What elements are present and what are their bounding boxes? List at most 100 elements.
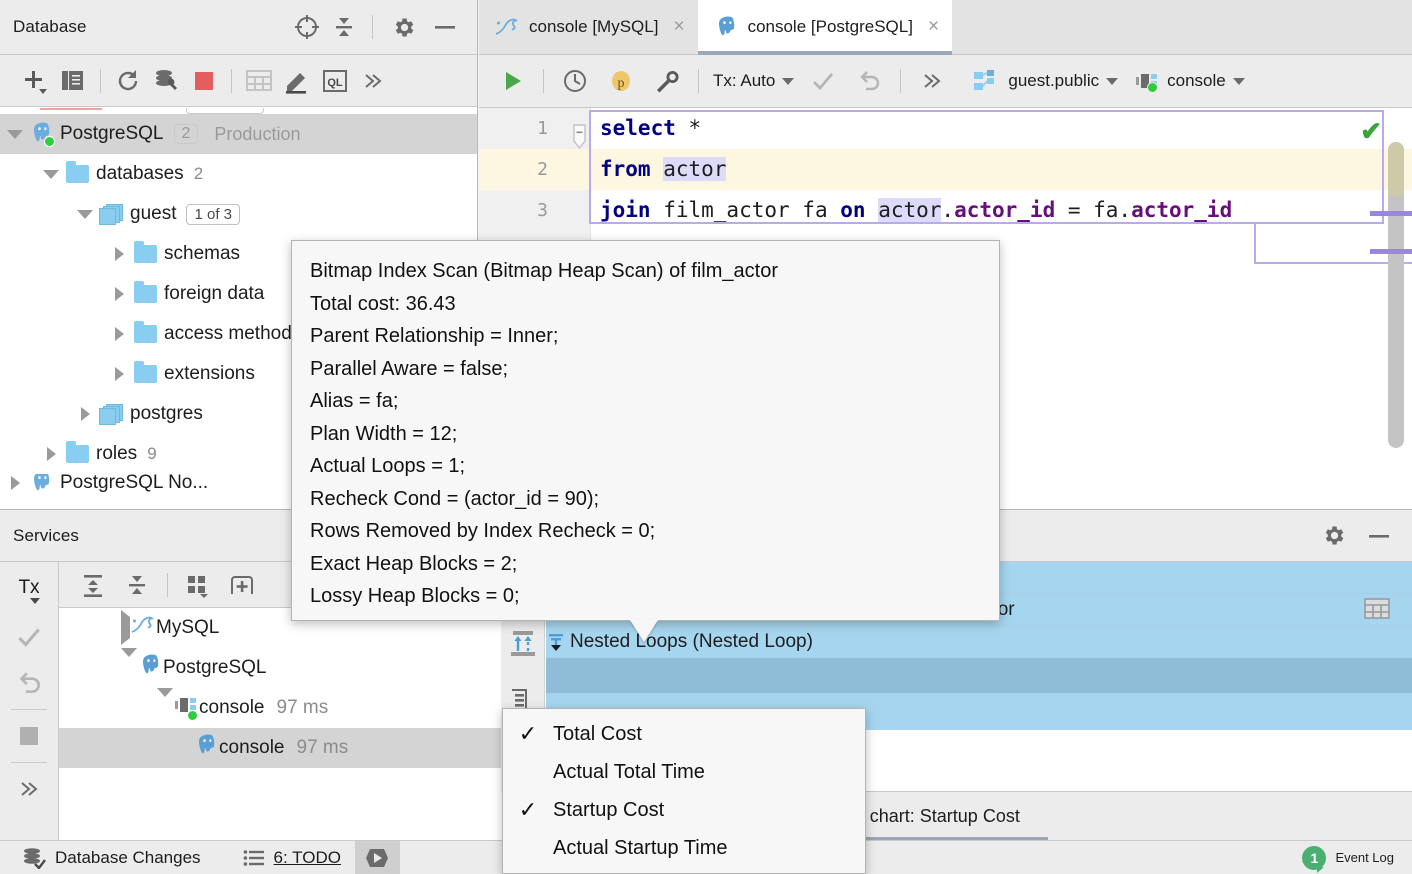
tooltip-pointer <box>630 620 658 642</box>
run-play-icon[interactable] <box>489 61 535 101</box>
tree-item-databases[interactable]: databases 2 <box>0 154 477 194</box>
chevron-right-icon[interactable] <box>4 476 26 490</box>
session-icon <box>1134 70 1160 92</box>
sort-icon[interactable] <box>501 620 545 668</box>
menu-item-total-cost[interactable]: ✓ Total Cost <box>503 715 865 753</box>
line-number: 3 <box>479 190 590 231</box>
check-icon: ✓ <box>503 721 553 747</box>
table-icon[interactable] <box>240 62 278 100</box>
chevron-right-icon[interactable] <box>108 287 130 301</box>
plan-row[interactable] <box>546 658 1412 694</box>
commit-check-icon[interactable] <box>6 614 52 660</box>
folder-icon <box>130 325 160 343</box>
commit-check-icon[interactable] <box>800 61 846 101</box>
tree-item-label: access methods <box>164 323 301 345</box>
chevron-down-icon[interactable] <box>40 170 62 179</box>
chevron-down-icon[interactable] <box>74 210 96 219</box>
schema-selector[interactable]: guest.public <box>965 61 1126 101</box>
edit-icon[interactable] <box>278 62 316 100</box>
code-fold-marker[interactable] <box>572 124 587 150</box>
plan-row[interactable]: Nested Loops (Nested Loop) <box>546 626 1412 658</box>
chevron-right-icon[interactable] <box>108 367 130 381</box>
sql-text: * <box>676 116 701 140</box>
services-item-console-result[interactable]: console 97 ms <box>59 728 501 768</box>
session-label: console <box>1167 71 1226 91</box>
rollback-icon[interactable] <box>846 61 892 101</box>
collapse-all-icon[interactable] <box>326 10 362 44</box>
minimize-icon[interactable] <box>1366 532 1392 540</box>
table-grid-icon[interactable] <box>1364 597 1390 626</box>
scrollbar-marker <box>1370 211 1412 216</box>
services-tree[interactable]: MySQL PostgreSQL console 97 ms <box>59 608 501 841</box>
status-todo[interactable]: 6: TODO <box>215 841 355 874</box>
more-icon[interactable] <box>6 766 52 812</box>
tx-mode-label: Tx: Auto <box>713 71 775 91</box>
chevron-right-icon[interactable] <box>108 247 130 261</box>
stop-square-icon[interactable] <box>6 713 52 759</box>
chevron-right-icon[interactable] <box>40 447 62 461</box>
tree-item-postgresql[interactable]: PostgreSQL 2 Production <box>0 114 477 154</box>
postgresql-icon <box>26 121 56 147</box>
tree-item-environment: Production <box>214 124 300 145</box>
menu-item-actual-startup-time[interactable]: Actual Startup Time <box>503 829 865 867</box>
status-event-log-label[interactable]: Event Log <box>1335 850 1394 865</box>
services-item-console-session[interactable]: console 97 ms <box>59 688 501 728</box>
parameters-p-icon[interactable]: p <box>598 61 644 101</box>
close-icon[interactable]: × <box>928 16 939 38</box>
add-icon[interactable] <box>16 62 54 100</box>
expand-all-icon[interactable] <box>71 563 115 607</box>
editor-scrollbar-highlight <box>1388 142 1404 196</box>
session-selector[interactable]: console <box>1126 61 1253 101</box>
refresh-icon[interactable] <box>109 62 147 100</box>
query-console-icon[interactable]: QL <box>316 62 354 100</box>
rollback-icon[interactable] <box>6 660 52 706</box>
folder-icon <box>130 245 160 263</box>
chevron-down-icon <box>782 78 794 85</box>
close-icon[interactable]: × <box>673 16 684 38</box>
chevron-down-icon <box>1106 78 1118 85</box>
postgresql-icon <box>137 653 163 683</box>
menu-item-label: Actual Total Time <box>553 761 705 784</box>
chevron-down-icon[interactable] <box>157 697 173 719</box>
toolbar-divider <box>900 69 901 93</box>
settings-gear-icon[interactable] <box>383 10 423 44</box>
tx-mode-button[interactable]: Tx <box>6 568 52 614</box>
db-tools-icon[interactable] <box>147 62 185 100</box>
minimize-icon[interactable] <box>425 10 465 44</box>
chevron-right-icon[interactable] <box>108 327 130 341</box>
flame-chart-metric-menu[interactable]: ✓ Total Cost Actual Total Time ✓ Startup… <box>502 708 866 874</box>
add-tab-icon[interactable] <box>220 563 264 607</box>
more-chevrons-icon[interactable] <box>909 61 955 101</box>
chevron-down-icon[interactable] <box>121 657 137 679</box>
run-arrow-icon[interactable] <box>355 841 400 874</box>
wrench-icon[interactable] <box>644 61 690 101</box>
more-icon[interactable] <box>354 62 392 100</box>
inspection-ok-check-icon[interactable]: ✔ <box>1360 116 1382 147</box>
menu-item-startup-cost[interactable]: ✓ Startup Cost <box>503 791 865 829</box>
chevron-right-icon[interactable] <box>121 617 130 639</box>
duplicate-icon[interactable] <box>54 62 92 100</box>
tab-console-postgresql[interactable]: console [PostgreSQL] × <box>698 0 952 54</box>
services-left-toolbar: Tx <box>0 562 59 841</box>
plan-node-tooltip: Bitmap Index Scan (Bitmap Heap Scan) of … <box>291 240 1000 621</box>
services-item-postgresql[interactable]: PostgreSQL <box>59 648 501 688</box>
postgresql-icon <box>193 733 219 763</box>
sql-text: = fa. <box>1055 198 1131 222</box>
tree-item-guest[interactable]: guest 1 of 3 <box>0 194 477 234</box>
chevron-down-icon[interactable] <box>4 130 26 139</box>
tx-mode-selector[interactable]: Tx: Auto <box>707 61 800 101</box>
tab-console-mysql[interactable]: console [MySQL] × <box>479 0 698 54</box>
database-panel-header: Database <box>0 0 477 55</box>
sql-text: film_actor fa <box>651 198 841 222</box>
collapse-all-icon[interactable] <box>115 563 159 607</box>
status-database-changes[interactable]: Database Changes <box>0 841 215 874</box>
svg-text:QL: QL <box>327 77 343 89</box>
history-clock-icon[interactable] <box>552 61 598 101</box>
stop-icon[interactable] <box>185 62 223 100</box>
group-by-icon[interactable] <box>176 563 220 607</box>
chevron-right-icon[interactable] <box>74 407 96 421</box>
postgresql-icon <box>26 474 56 492</box>
settings-gear-icon[interactable] <box>1321 523 1346 548</box>
menu-item-actual-total-time[interactable]: Actual Total Time <box>503 753 865 791</box>
locate-icon[interactable] <box>290 10 324 44</box>
